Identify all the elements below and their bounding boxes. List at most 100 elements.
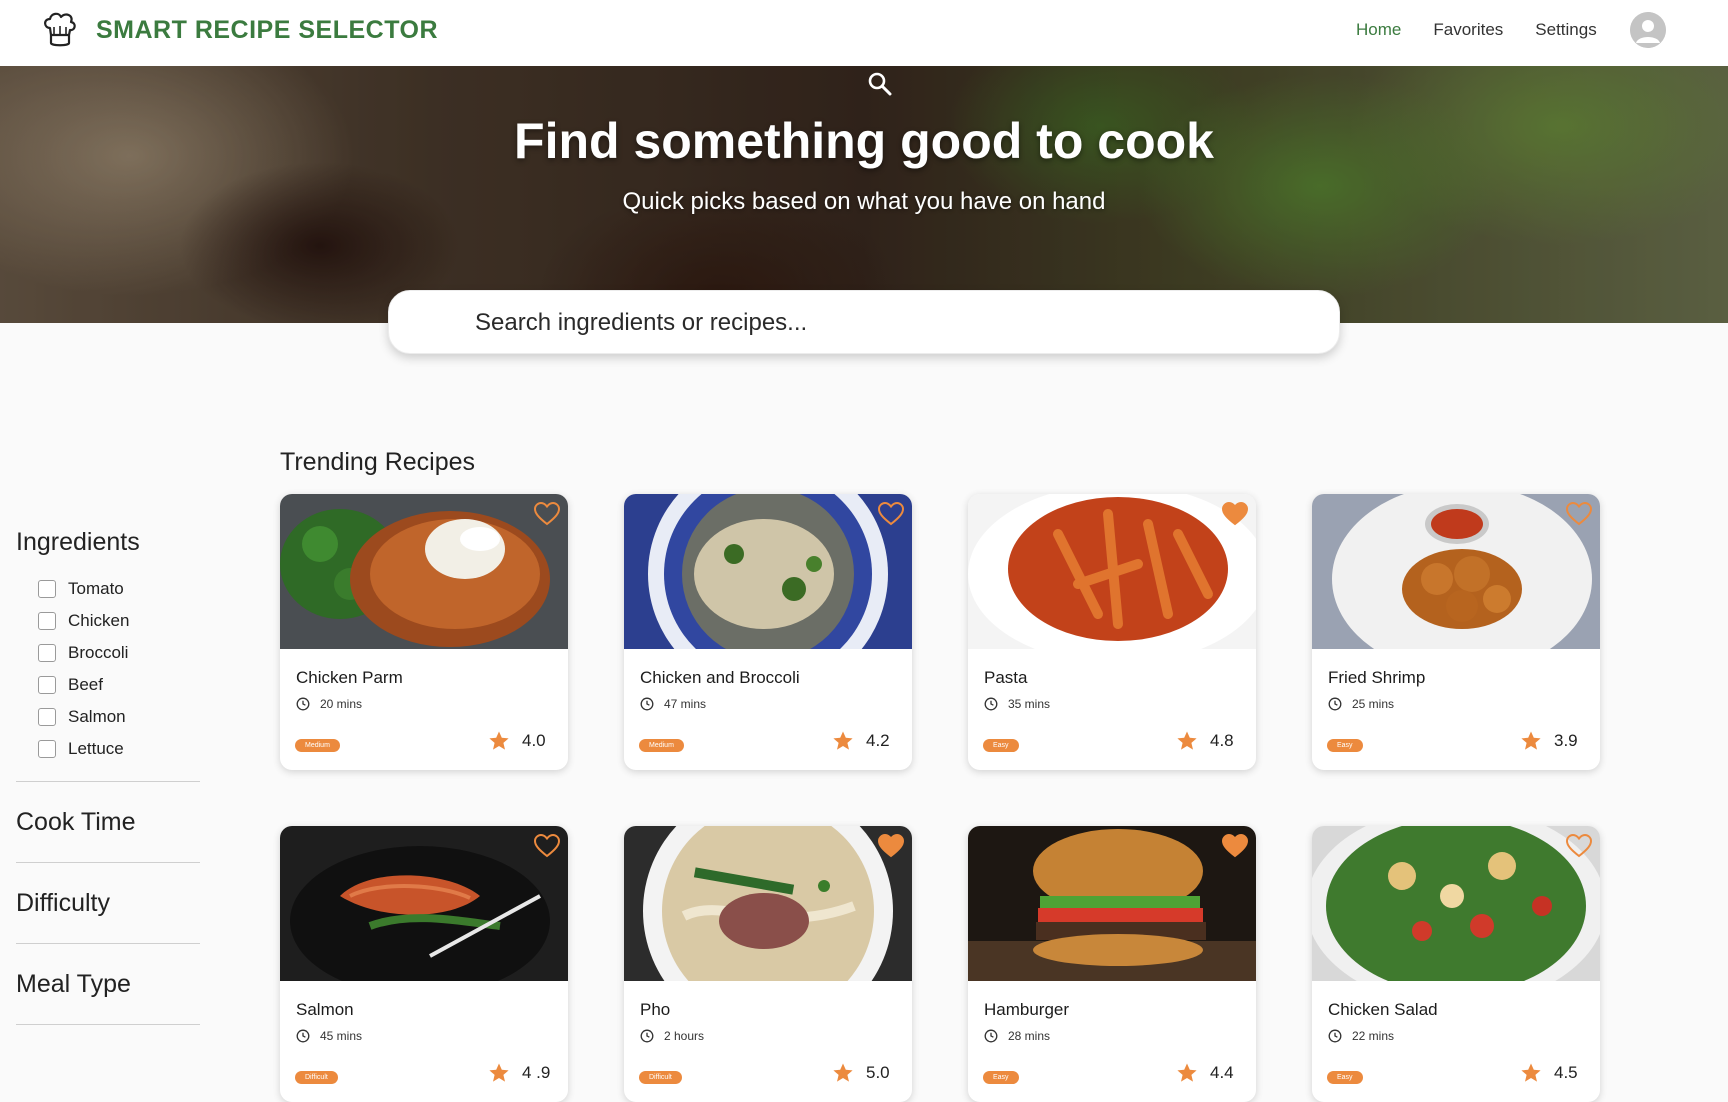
recipe-rating: 4.2 [832,730,890,752]
nav-favorites[interactable]: Favorites [1433,20,1503,40]
recipe-name: Fried Shrimp [1328,668,1426,687]
nav-settings[interactable]: Settings [1535,20,1596,40]
ingredient-label: Beef [68,675,103,694]
heart-icon[interactable] [1222,502,1248,526]
filter-sidebar: Ingredients Tomato Chicken Broccoli Beef… [16,528,200,1025]
meal-type-heading: Meal Type [16,970,131,998]
heart-icon[interactable] [1566,502,1592,526]
ingredient-item[interactable]: Chicken [38,605,200,637]
recipe-time: 47 mins [640,697,706,711]
star-icon [489,1063,509,1082]
user-avatar[interactable] [1630,12,1666,48]
ingredient-checkbox[interactable] [38,612,56,630]
rating-value: 4.2 [866,731,890,750]
recipe-card[interactable]: Chicken Salad 22 mins Easy 4.5 [1312,826,1600,1102]
ingredient-label: Tomato [68,579,124,598]
ingredient-checkbox[interactable] [38,676,56,694]
clock-icon [984,1029,998,1043]
rating-value: 4.5 [1554,1063,1578,1082]
search-bar[interactable] [388,290,1340,354]
recipe-time-label: 47 mins [664,697,707,711]
star-icon [489,731,509,750]
rating-value: 4.8 [1210,731,1234,750]
ingredient-item[interactable]: Salmon [38,701,200,733]
ingredient-checkbox[interactable] [38,580,56,598]
recipe-rating: 3.9 [1520,730,1578,752]
ingredient-label: Lettuce [68,739,124,758]
recipe-rating: 4.4 [1176,1062,1234,1084]
heart-icon[interactable] [534,834,560,858]
ingredient-checkbox[interactable] [38,644,56,662]
star-icon [833,1063,853,1082]
ingredient-checkbox[interactable] [38,708,56,726]
search-input[interactable] [475,305,1295,341]
clock-icon [1328,697,1342,711]
difficulty-heading: Difficulty [16,889,111,917]
ingredient-item[interactable]: Tomato [38,573,200,605]
heart-icon[interactable] [878,502,904,526]
filter-meal-type[interactable]: Meal Type [16,944,200,1024]
recipe-name: Hamburger [984,1000,1070,1019]
rating-value: 4.0 [522,731,546,750]
recipe-rating: 4.5 [1520,1062,1578,1084]
clock-icon [296,1029,310,1043]
difficulty-badge: Easy [983,1071,1019,1084]
ingredient-item[interactable]: Beef [38,669,200,701]
filter-cook-time[interactable]: Cook Time [16,782,200,862]
filter-difficulty[interactable]: Difficulty [16,863,200,943]
cook-time-heading: Cook Time [16,808,136,836]
difficulty-badge: Easy [1327,1071,1363,1084]
brand[interactable]: SMART RECIPE SELECTOR [40,10,438,50]
recipe-rating: 4.0 [488,730,546,752]
recipe-card[interactable]: Chicken Parm 20 mins Medium 4.0 [280,494,568,770]
recipe-card[interactable]: Pho 2 hours Difficult 5.0 [624,826,912,1102]
recipe-card[interactable]: Salmon 45 mins Difficult 4 .9 [280,826,568,1102]
clock-icon [1328,1029,1342,1043]
recipe-card[interactable]: Chicken and Broccoli 47 mins Medium 4.2 [624,494,912,770]
recipe-name: Chicken and Broccoli [640,668,800,687]
main-nav: Home Favorites Settings [1356,20,1629,40]
ingredient-item[interactable]: Lettuce [38,733,200,765]
recipe-name: Pho [640,1000,671,1019]
heart-icon[interactable] [1566,834,1592,858]
difficulty-badge: Difficult [295,1071,338,1084]
top-bar: SMART RECIPE SELECTOR Home Favorites Set… [0,0,1728,66]
hero-title: Find something good to cook [514,113,1214,169]
recipe-image [280,494,568,649]
ingredient-item[interactable]: Broccoli [38,637,200,669]
recipe-time-label: 2 hours [664,1029,705,1043]
heart-icon[interactable] [878,834,904,858]
recipe-card[interactable]: Fried Shrimp 25 mins Easy 3.9 [1312,494,1600,770]
ingredient-label: Salmon [68,707,126,726]
difficulty-badge: Difficult [639,1071,682,1084]
nav-home[interactable]: Home [1356,20,1401,40]
ingredient-label: Chicken [68,611,130,630]
ingredient-checkbox[interactable] [38,740,56,758]
recipe-image [1312,826,1600,981]
recipe-image [1312,494,1600,649]
recipe-rating: 4.8 [1176,730,1234,752]
rating-value: 3.9 [1554,731,1578,750]
recipe-image [968,494,1256,649]
recipe-time: 2 hours [640,1029,704,1043]
ingredient-label: Broccoli [68,643,129,662]
heart-icon[interactable] [1222,834,1248,858]
user-icon [1630,12,1666,48]
heart-icon[interactable] [534,502,560,526]
recipe-time: 28 mins [984,1029,1050,1043]
recipe-image [968,826,1256,981]
recipe-time-label: 35 mins [1008,697,1051,711]
search-icon[interactable] [866,70,894,98]
recipe-name: Chicken Parm [296,668,403,687]
recipe-card[interactable]: Hamburger 28 mins Easy 4.4 [968,826,1256,1102]
difficulty-badge: Medium [295,739,340,752]
recipe-card[interactable]: Pasta 35 mins Easy 4.8 [968,494,1256,770]
hero-banner: Find something good to cook Quick picks … [0,66,1728,323]
recipe-name: Salmon [296,1000,354,1019]
recipe-time: 35 mins [984,697,1050,711]
difficulty-badge: Easy [1327,739,1363,752]
recipe-time: 22 mins [1328,1029,1394,1043]
recipe-time-label: 28 mins [1008,1029,1051,1043]
difficulty-badge: Easy [983,739,1019,752]
difficulty-badge: Medium [639,739,684,752]
